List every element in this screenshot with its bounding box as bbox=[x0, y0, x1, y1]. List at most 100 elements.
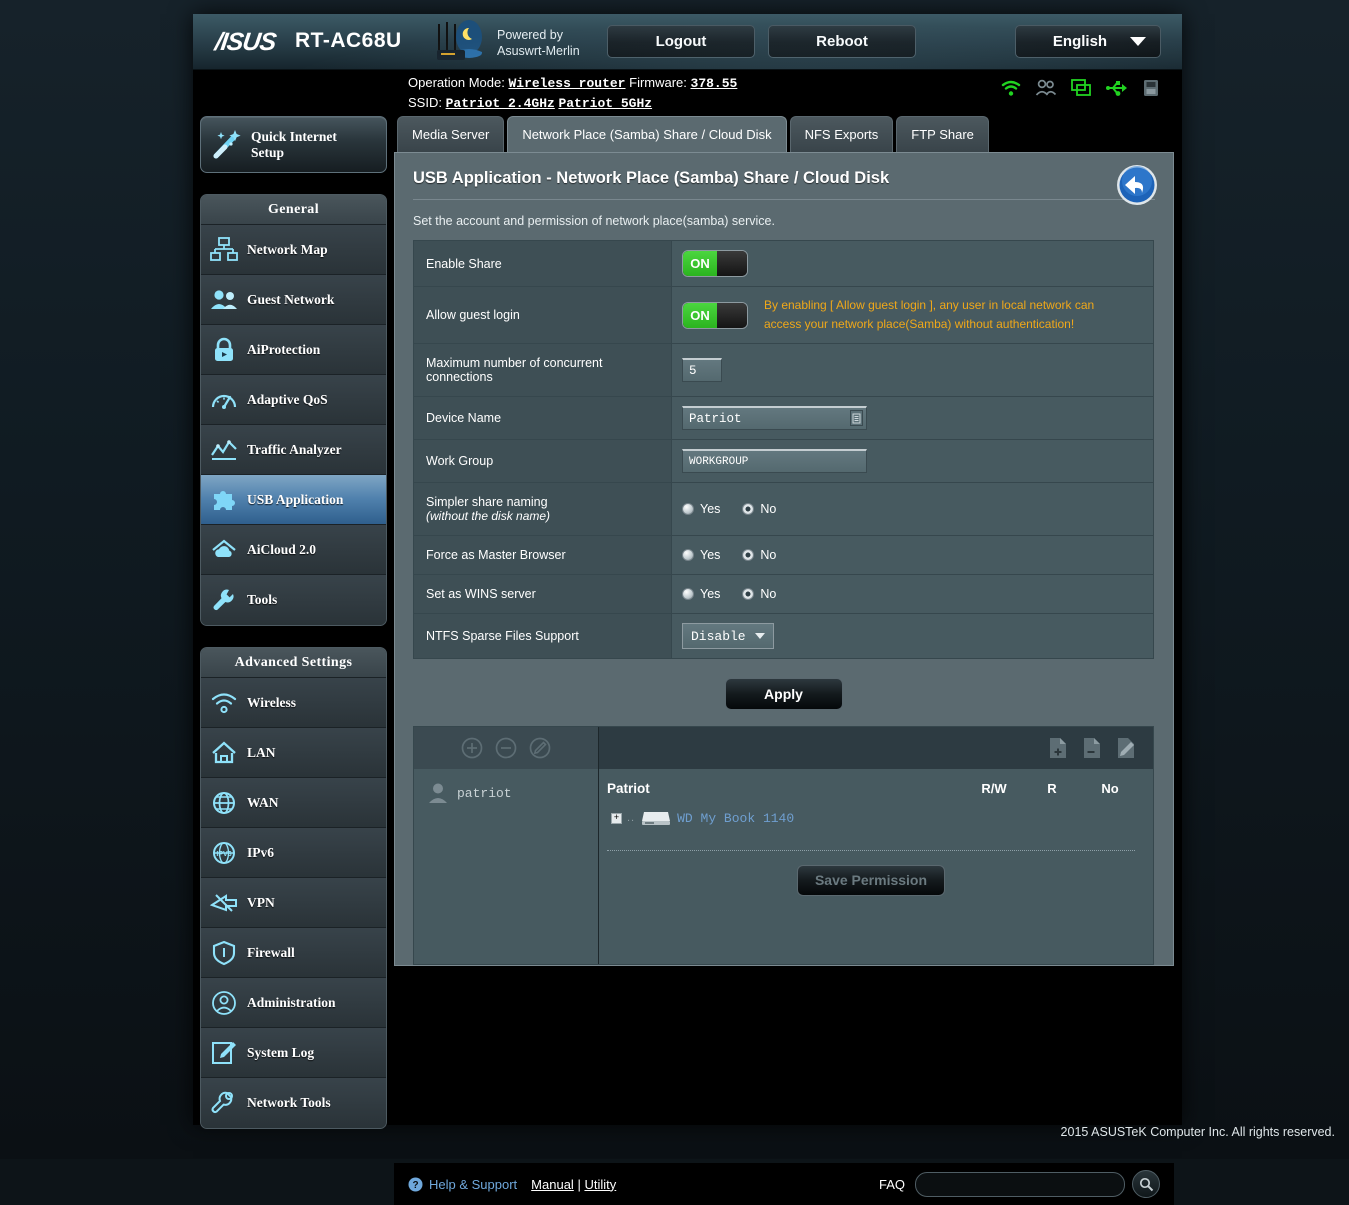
remove-user-icon[interactable] bbox=[495, 737, 517, 759]
set-wins-server-yes[interactable]: Yes bbox=[682, 587, 720, 601]
sidebar-label: AiCloud 2.0 bbox=[247, 541, 317, 557]
reboot-button[interactable]: Reboot bbox=[768, 25, 916, 58]
save-permission-row: Save Permission bbox=[603, 851, 1139, 896]
apply-button[interactable]: Apply bbox=[724, 678, 843, 710]
sidebar-item-aiprotection[interactable]: AiProtection bbox=[201, 325, 386, 375]
permissions-panel: patriot Patriot R/W R No + .. WD My Book… bbox=[413, 726, 1154, 965]
work-group-input[interactable] bbox=[682, 449, 867, 473]
column-header-rw: R/W bbox=[981, 781, 1007, 796]
sidebar-advanced-header: Advanced Settings bbox=[201, 648, 386, 678]
footer-separator: | bbox=[577, 1176, 581, 1192]
tab-network-place-samba[interactable]: Network Place (Samba) Share / Cloud Disk bbox=[507, 116, 787, 152]
radio-dot bbox=[682, 588, 694, 600]
device-name-input[interactable] bbox=[682, 406, 867, 430]
faq-search-input[interactable] bbox=[915, 1171, 1125, 1197]
add-user-icon[interactable] bbox=[461, 737, 483, 759]
simpler-share-naming-no[interactable]: No bbox=[742, 502, 776, 516]
share-toolbar bbox=[599, 727, 1153, 769]
samba-settings-table: Enable Share ON Allow guest login ON By … bbox=[413, 240, 1154, 659]
save-permission-button[interactable]: Save Permission bbox=[796, 865, 946, 896]
expand-node-icon[interactable]: + bbox=[611, 812, 622, 824]
sidebar-item-lan[interactable]: LAN bbox=[201, 728, 386, 778]
quick-internet-setup-button[interactable]: Quick Internet Setup bbox=[200, 116, 387, 173]
add-share-icon[interactable] bbox=[1047, 736, 1069, 760]
table-row-ntfs-sparse: NTFS Sparse Files Support Disable bbox=[413, 613, 1154, 659]
edit-share-icon[interactable] bbox=[1115, 736, 1137, 760]
ntfs-sparse-select[interactable]: Disable bbox=[682, 623, 774, 649]
list-item[interactable]: patriot bbox=[414, 779, 598, 807]
network-wrench-icon bbox=[201, 1090, 247, 1116]
sidebar-item-vpn[interactable]: VPN bbox=[201, 878, 386, 928]
chevron-down-icon bbox=[754, 633, 765, 639]
sidebar-item-tools[interactable]: Tools bbox=[201, 575, 386, 625]
radio-dot bbox=[682, 503, 694, 515]
remove-share-icon[interactable] bbox=[1081, 736, 1103, 760]
question-mark-icon: ? bbox=[408, 1177, 423, 1191]
sidebar-item-administration[interactable]: Administration bbox=[201, 978, 386, 1028]
manual-link[interactable]: Manual bbox=[531, 1177, 574, 1192]
sidebar-item-guest-network[interactable]: Guest Network bbox=[201, 275, 386, 325]
firmware-link[interactable]: 378.55 bbox=[691, 76, 738, 91]
user-toolbar bbox=[414, 727, 599, 769]
client-devices-icon[interactable] bbox=[1071, 79, 1092, 97]
language-selector[interactable]: English bbox=[1015, 25, 1161, 58]
sidebar-item-wireless[interactable]: Wireless bbox=[201, 678, 386, 728]
body-shell: Quick Internet Setup General Network Map… bbox=[193, 116, 1182, 1205]
simpler-share-naming-yes[interactable]: Yes bbox=[682, 502, 720, 516]
sidebar-label: WAN bbox=[247, 794, 279, 810]
sidebar-item-ipv6[interactable]: IPV6 IPv6 bbox=[201, 828, 386, 878]
ssid-24-link[interactable]: Patriot 2.4GHz bbox=[446, 96, 555, 111]
set-wins-server-no[interactable]: No bbox=[742, 587, 776, 601]
sidebar-item-wan[interactable]: WAN bbox=[201, 778, 386, 828]
sidebar-item-network-map[interactable]: Network Map bbox=[201, 225, 386, 275]
globe-icon bbox=[201, 790, 247, 816]
set-wins-server-radio-group: Yes No bbox=[682, 587, 1143, 601]
merlin-wizard-icon bbox=[437, 20, 483, 60]
enable-share-label: Enable Share bbox=[413, 240, 672, 287]
force-master-browser-yes[interactable]: Yes bbox=[682, 548, 720, 562]
utility-link[interactable]: Utility bbox=[584, 1177, 616, 1192]
ntfs-sparse-value: Disable bbox=[691, 628, 746, 644]
edit-user-icon[interactable] bbox=[529, 737, 551, 759]
quick-internet-setup-label: Quick Internet Setup bbox=[251, 128, 337, 160]
search-icon[interactable] bbox=[1132, 1170, 1160, 1198]
help-support-link[interactable]: Help & Support bbox=[429, 1177, 517, 1192]
back-arrow-icon[interactable] bbox=[1116, 164, 1158, 206]
footer-bar: ? Help & Support Manual | Utility FAQ bbox=[394, 1163, 1174, 1205]
ssid-5-link[interactable]: Patriot 5GHz bbox=[558, 96, 652, 111]
autofill-icon[interactable] bbox=[850, 410, 863, 426]
ipv6-globe-icon: IPV6 bbox=[201, 840, 247, 866]
operation-mode-link[interactable]: Wireless router bbox=[508, 76, 625, 91]
usb-icon[interactable] bbox=[1106, 79, 1128, 97]
copyright-text: 2015 ASUSTeK Computer Inc. All rights re… bbox=[1060, 1125, 1335, 1139]
disk-name[interactable]: WD My Book 1140 bbox=[677, 811, 794, 826]
allow-guest-login-toggle[interactable]: ON bbox=[682, 301, 748, 329]
sidebar-item-usb-application[interactable]: USB Application bbox=[201, 475, 386, 525]
table-row-device-name: Device Name bbox=[413, 396, 1154, 440]
work-group-label: Work Group bbox=[413, 439, 672, 483]
max-connections-input[interactable] bbox=[682, 358, 722, 382]
tab-media-server[interactable]: Media Server bbox=[397, 116, 505, 152]
printer-icon[interactable] bbox=[1142, 79, 1160, 97]
tab-nfs-exports[interactable]: NFS Exports bbox=[789, 116, 894, 152]
sidebar-item-traffic-analyzer[interactable]: Traffic Analyzer bbox=[201, 425, 386, 475]
sidebar-item-firewall[interactable]: Firewall bbox=[201, 928, 386, 978]
enable-share-toggle[interactable]: ON bbox=[682, 250, 748, 277]
ssid-line: SSID: Patriot 2.4GHz Patriot 5GHz bbox=[408, 95, 652, 111]
logout-button[interactable]: Logout bbox=[607, 25, 755, 58]
wifi-icon[interactable] bbox=[1001, 79, 1021, 97]
top-banner: /ISUS RT-AC68U Powered by Asuswrt-Merlin… bbox=[193, 14, 1182, 70]
sidebar-item-aicloud[interactable]: AiCloud 2.0 bbox=[201, 525, 386, 575]
asus-logo: /ISUS bbox=[213, 28, 278, 56]
sidebar-item-system-log[interactable]: System Log bbox=[201, 1028, 386, 1078]
guest-network-icon bbox=[201, 287, 247, 313]
sidebar-item-network-tools[interactable]: Network Tools bbox=[201, 1078, 386, 1128]
operation-mode-line: Operation Mode: Wireless router Firmware… bbox=[408, 75, 737, 91]
puzzle-icon bbox=[201, 487, 247, 513]
tab-ftp-share[interactable]: FTP Share bbox=[896, 116, 989, 152]
sidebar-item-adaptive-qos[interactable]: Adaptive QoS bbox=[201, 375, 386, 425]
status-icon-group bbox=[1001, 79, 1160, 97]
simpler-share-naming-label: Simpler share naming (without the disk n… bbox=[413, 482, 672, 536]
force-master-browser-no[interactable]: No bbox=[742, 548, 776, 562]
guest-users-icon[interactable] bbox=[1035, 79, 1057, 97]
